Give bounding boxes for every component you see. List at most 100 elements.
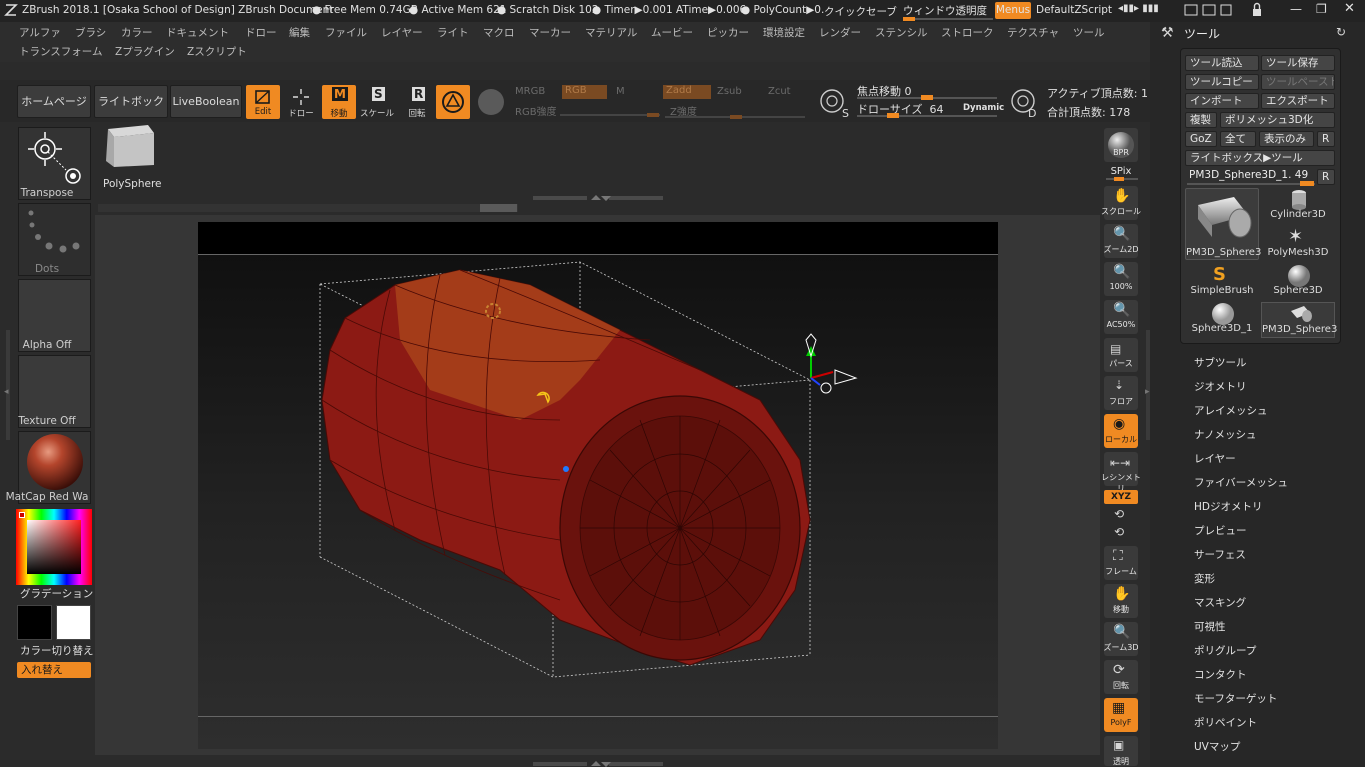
- color-picker-square[interactable]: [27, 520, 81, 574]
- rotate-y-icon[interactable]: ⟲: [1114, 507, 1124, 521]
- subpalette-contact[interactable]: コンタクト: [1194, 667, 1247, 682]
- subpalette-surface[interactable]: サーフェス: [1194, 547, 1246, 562]
- menu-transform[interactable]: トランスフォーム: [19, 44, 102, 59]
- subpalette-hd-geometry[interactable]: HDジオメトリ: [1194, 499, 1262, 514]
- minimize-icon[interactable]: —: [1290, 2, 1302, 16]
- move-button[interactable]: M 移動: [322, 85, 356, 119]
- menu-document[interactable]: ドキュメント: [166, 25, 229, 40]
- menu-preferences[interactable]: 環境設定: [763, 25, 805, 40]
- top-tray-handle[interactable]: [533, 192, 663, 201]
- polyframe-button[interactable]: ▦ PolyF: [1104, 698, 1138, 732]
- tool-thumb-pm3d-sphere3-active[interactable]: PM3D_Sphere3: [1185, 188, 1261, 260]
- subpalette-masking[interactable]: マスキング: [1194, 595, 1246, 610]
- subpalette-fibermesh[interactable]: ファイバーメッシュ: [1194, 475, 1288, 490]
- gradient-label[interactable]: グラデーション: [20, 586, 93, 601]
- lightbox-tools-button[interactable]: ライトボックス▶ツール: [1185, 150, 1335, 166]
- menu-marker[interactable]: マーカー: [529, 25, 571, 40]
- scroll-button[interactable]: ✋ スクロール: [1101, 186, 1141, 220]
- menu-alpha[interactable]: アルファ: [19, 25, 61, 40]
- subpalette-preview[interactable]: プレビュー: [1194, 523, 1247, 538]
- all-button[interactable]: 全て: [1220, 131, 1256, 147]
- current-tool-name[interactable]: PM3D_Sphere3D_1. 49: [1189, 169, 1308, 181]
- tool-thumb-sphere3d[interactable]: Sphere3D: [1261, 264, 1335, 300]
- zoom2d-button[interactable]: 🔍 ズーム2D: [1103, 224, 1139, 258]
- actual-size-button[interactable]: 🔍 100%: [1104, 262, 1138, 296]
- mrgb-toggle[interactable]: MRGB: [515, 86, 545, 97]
- r-tool-button[interactable]: R: [1317, 169, 1335, 185]
- subpalette-visibility[interactable]: 可視性: [1194, 619, 1226, 634]
- color-picker[interactable]: [16, 509, 92, 585]
- tool-palette-title[interactable]: ツール: [1184, 25, 1220, 42]
- subpalette-subtool[interactable]: サブツール: [1194, 355, 1247, 370]
- menu-file[interactable]: ファイル: [325, 25, 367, 40]
- subpalette-nanomesh[interactable]: ナノメッシュ: [1194, 427, 1256, 442]
- pivot-point[interactable]: [563, 466, 569, 472]
- rgb-intensity-handle[interactable]: [647, 113, 659, 117]
- document-scroll-track[interactable]: [98, 204, 518, 212]
- menu-zscript[interactable]: Zスクリプト: [187, 44, 247, 59]
- menus-button[interactable]: Menus: [995, 2, 1031, 19]
- current-tool-handle[interactable]: [1300, 181, 1314, 186]
- zoom3d-button[interactable]: 🔍 ズーム3D: [1103, 622, 1139, 656]
- dots-stroke-button[interactable]: Dots: [18, 203, 91, 276]
- export-button[interactable]: エクスポート: [1261, 93, 1335, 109]
- liveboolean-button[interactable]: LiveBoolean: [170, 85, 242, 118]
- tool-thumb-pm3d-sphere3[interactable]: PM3D_Sphere3: [1261, 302, 1337, 338]
- rotate-z-icon[interactable]: ⟲: [1114, 525, 1124, 539]
- menu-tool[interactable]: ツール: [1073, 25, 1105, 40]
- primary-color-swatch[interactable]: [17, 605, 52, 640]
- secondary-color-swatch[interactable]: [56, 605, 91, 640]
- menu-layer[interactable]: レイヤー: [381, 25, 423, 40]
- left-tray-handle[interactable]: [6, 330, 10, 440]
- xyz-button[interactable]: XYZ: [1104, 490, 1138, 504]
- subpalette-polypaint[interactable]: ポリペイント: [1194, 715, 1257, 730]
- scale-button[interactable]: S スケール: [360, 85, 394, 119]
- menu-zplugin[interactable]: Zプラグイン: [115, 44, 175, 59]
- window-layout-icon[interactable]: [1183, 2, 1253, 21]
- lock-icon[interactable]: [1250, 2, 1264, 21]
- bottom-tray-handle[interactable]: [533, 758, 663, 767]
- subpalette-polygroups[interactable]: ポリグループ: [1194, 643, 1256, 658]
- transpose-brush-button[interactable]: Transpose: [18, 127, 91, 200]
- zadd-toggle[interactable]: Zadd: [663, 85, 711, 99]
- rotate-button[interactable]: R 回転: [400, 85, 434, 119]
- menu-render[interactable]: レンダー: [819, 25, 861, 40]
- floor-button[interactable]: ⇣ フロア: [1104, 376, 1138, 410]
- document-scroll-thumb[interactable]: [480, 204, 517, 212]
- swap-colors-button[interactable]: 入れ替え: [17, 662, 91, 678]
- save-tool-button[interactable]: ツール保存: [1261, 55, 1335, 71]
- layout-arrows-icon[interactable]: ◂▮▮▸ ▮▮▮: [1118, 3, 1159, 14]
- subpalette-arraymesh[interactable]: アレイメッシュ: [1194, 403, 1268, 418]
- subpalette-deformation[interactable]: 変形: [1194, 571, 1215, 586]
- tool-thumb-sphere3d-1[interactable]: Sphere3D_1: [1185, 302, 1259, 338]
- menu-picker[interactable]: ピッカー: [707, 25, 749, 40]
- gizmo-button[interactable]: [436, 85, 470, 119]
- make-polymesh-button[interactable]: ポリメッシュ3D化: [1220, 112, 1335, 128]
- transform-gizmo[interactable]: [805, 333, 858, 394]
- paste-tool-button[interactable]: ツールペースト: [1261, 74, 1335, 90]
- zsub-toggle[interactable]: Zsub: [717, 86, 742, 97]
- home-page-button[interactable]: ホームページ: [17, 85, 91, 118]
- zcut-toggle[interactable]: Zcut: [768, 86, 791, 97]
- menu-brush[interactable]: ブラシ: [75, 25, 106, 40]
- visible-button[interactable]: 表示のみ: [1259, 131, 1314, 147]
- window-transparency-slider[interactable]: ウィンドウ透明度: [903, 3, 993, 21]
- current-tool-slider[interactable]: [1187, 183, 1315, 185]
- r-button[interactable]: R: [1317, 131, 1335, 147]
- edit-button[interactable]: Edit: [246, 85, 280, 119]
- material-sphere-icon[interactable]: [476, 87, 506, 117]
- spotlight-s-button[interactable]: S: [816, 85, 852, 120]
- menu-draw[interactable]: ドロー: [245, 25, 277, 40]
- subpalette-uv-map[interactable]: UVマップ: [1194, 739, 1240, 754]
- clone-button[interactable]: 複製: [1185, 112, 1217, 128]
- copy-tool-button[interactable]: ツールコピー: [1185, 74, 1259, 90]
- transparent-button[interactable]: ▣ 透明: [1104, 736, 1138, 766]
- rotate-view-button[interactable]: ⟳ 回転: [1104, 660, 1138, 694]
- spotlight-d-button[interactable]: D: [1007, 85, 1043, 120]
- material-button[interactable]: MatCap Red Wa: [6, 431, 91, 504]
- tool-thumb-polymesh3d[interactable]: ✶ PolyMesh3D: [1261, 226, 1335, 262]
- draw-size-handle[interactable]: [887, 113, 899, 118]
- menu-macro[interactable]: マクロ: [483, 25, 515, 40]
- tool-thumb-simplebrush[interactable]: S SimpleBrush: [1185, 264, 1259, 300]
- right-tray-arrow-icon[interactable]: ▸: [1145, 387, 1150, 397]
